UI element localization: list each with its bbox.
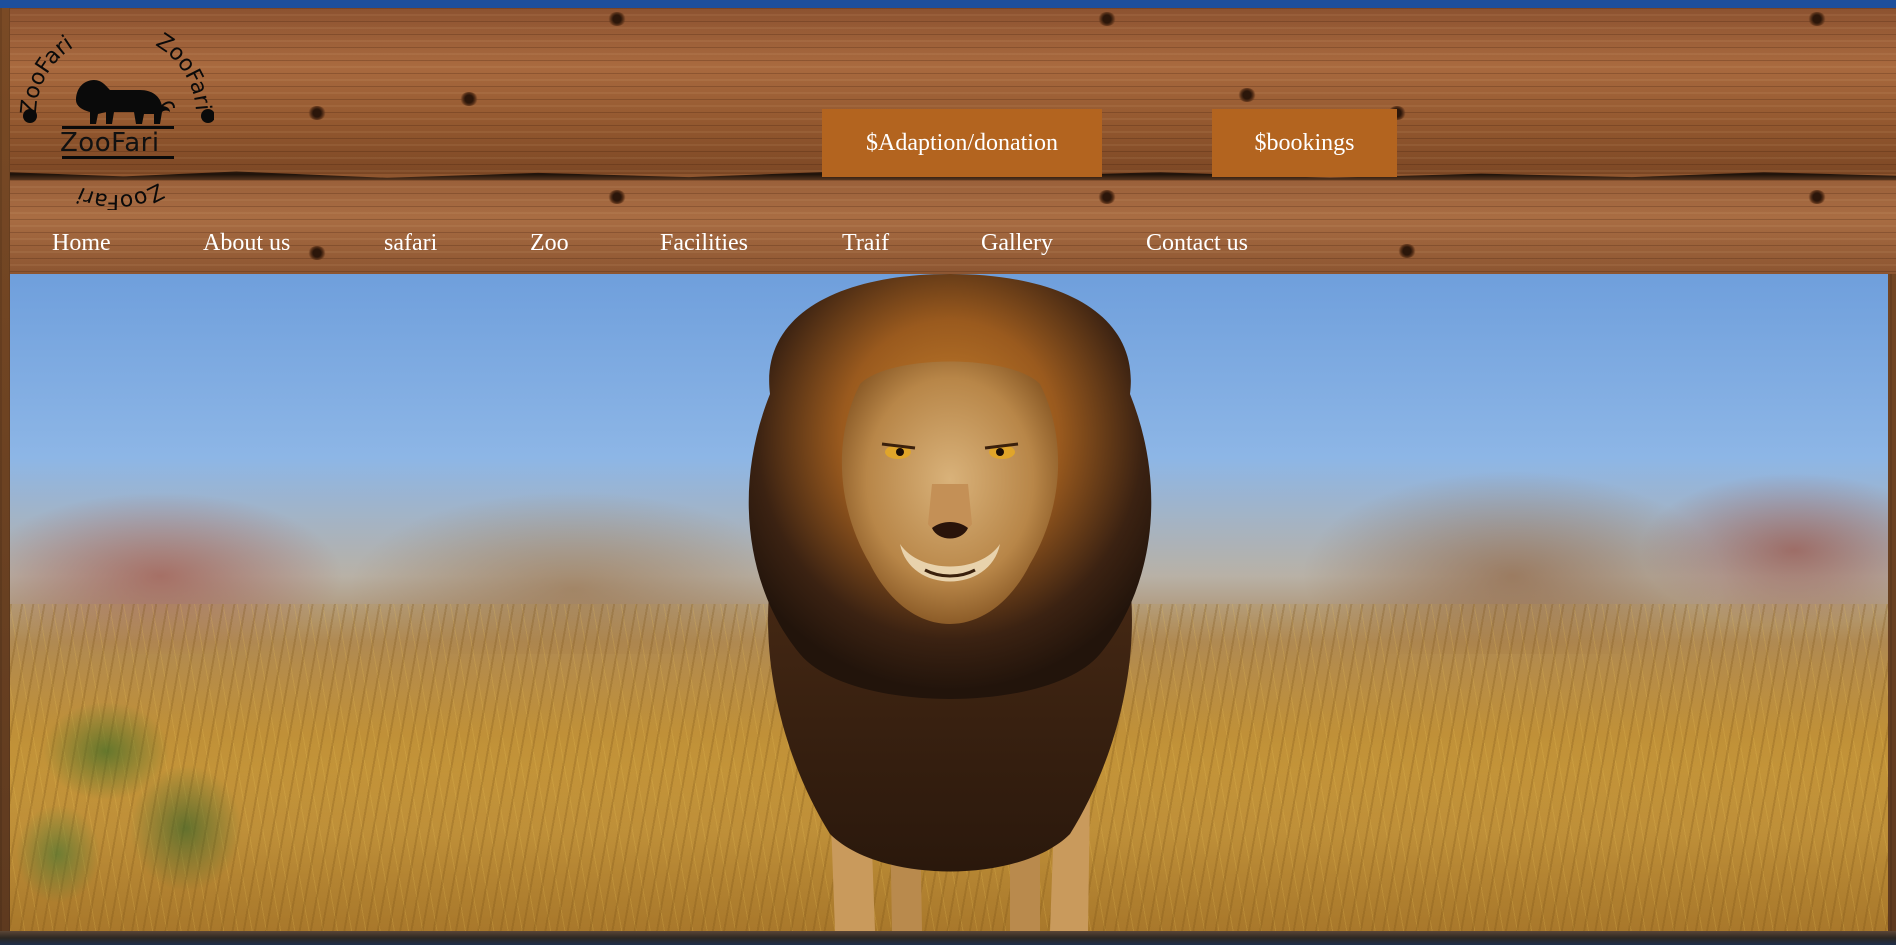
logo-ring-text: ZooFari: [73, 178, 167, 210]
wood-knot-icon: [1098, 190, 1116, 204]
nav-safari[interactable]: safari: [384, 229, 437, 257]
wood-plank-bottom: [10, 180, 1896, 274]
nav-contact-us[interactable]: Contact us: [1146, 229, 1248, 257]
wood-knot-icon: [308, 106, 326, 120]
wood-knot-icon: [1808, 190, 1826, 204]
nav-gallery[interactable]: Gallery: [981, 229, 1053, 257]
wood-knot-icon: [608, 12, 626, 26]
wood-knot-icon: [460, 92, 478, 106]
wood-knot-icon: [1238, 88, 1256, 102]
wood-knot-icon: [1398, 244, 1416, 258]
wood-knot-icon: [608, 190, 626, 204]
lion-silhouette-icon: [76, 80, 175, 124]
nav-about-us[interactable]: About us: [203, 229, 290, 257]
adoption-donation-button[interactable]: $Adaption/donation: [822, 109, 1102, 177]
nav-zoo[interactable]: Zoo: [530, 229, 569, 257]
logo-ring-icon: ZooFari ZooFari ZooFari: [18, 29, 214, 210]
bookings-button[interactable]: $bookings: [1212, 109, 1397, 177]
logo-wordmark: ZooFari: [60, 128, 160, 158]
nav-facilities[interactable]: Facilities: [660, 229, 748, 257]
hero-bush: [10, 674, 330, 931]
site-logo[interactable]: ZooFari ZooFari ZooFari ZooFari: [18, 20, 214, 210]
nav-home[interactable]: Home: [52, 229, 111, 257]
wood-knot-icon: [308, 246, 326, 260]
bottom-border: [0, 931, 1896, 945]
wood-knot-icon: [1098, 12, 1116, 26]
logo-ring-text: ZooFari: [151, 29, 214, 112]
site-header: ZooFari ZooFari ZooFari ZooFari $Adaptio…: [10, 8, 1896, 274]
lion-illustration: [748, 274, 1152, 931]
nav-traif[interactable]: Traif: [842, 229, 889, 257]
top-border: [0, 0, 1896, 8]
page: ZooFari ZooFari ZooFari ZooFari $Adaptio…: [0, 0, 1896, 945]
logo-ring-text: ZooFari: [18, 31, 77, 116]
wood-knot-icon: [1808, 12, 1826, 26]
lion-hero-image: [10, 274, 1888, 931]
